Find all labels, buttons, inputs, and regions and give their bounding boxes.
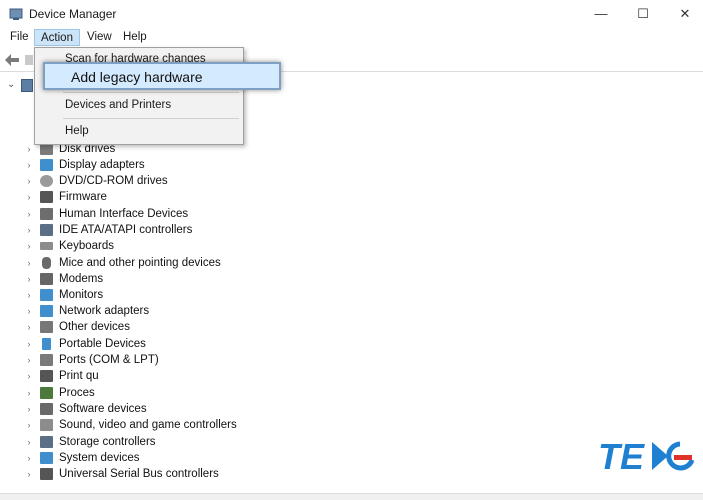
back-arrow-icon[interactable] <box>5 54 19 66</box>
chevron-down-icon[interactable]: ⌄ <box>7 79 15 90</box>
chevron-right-icon[interactable]: › <box>24 160 34 170</box>
dvd-drive-icon <box>40 175 53 187</box>
menu-action[interactable]: Action <box>34 29 80 46</box>
svg-text:TE: TE <box>598 436 645 476</box>
sound-icon <box>40 419 53 431</box>
tree-item-system-devices[interactable]: › System devices <box>24 450 140 466</box>
maximize-button[interactable]: ☐ <box>622 0 664 27</box>
add-legacy-hardware-label: Add legacy hardware <box>71 69 203 85</box>
mouse-icon <box>42 257 51 269</box>
software-device-icon <box>40 403 53 415</box>
tree-item-modems[interactable]: › Modems <box>24 271 103 287</box>
printer-icon <box>40 370 53 382</box>
network-adapter-icon <box>40 305 53 317</box>
window-title: Device Manager <box>29 7 117 21</box>
tree-item-display-adapters[interactable]: › Display adapters <box>24 157 145 173</box>
logo-icon: TE <box>598 436 695 476</box>
usb-controller-icon <box>40 468 53 480</box>
chevron-right-icon[interactable]: › <box>24 339 34 349</box>
tree-item-print-queues[interactable]: › Print qu <box>24 368 99 384</box>
menu-file[interactable]: File <box>4 29 35 46</box>
modem-icon <box>40 273 53 285</box>
close-button[interactable]: ✕ <box>664 0 703 27</box>
chevron-right-icon[interactable]: › <box>24 144 34 154</box>
menu-view[interactable]: View <box>81 29 118 46</box>
tree-item-mice[interactable]: › Mice and other pointing devices <box>24 255 221 271</box>
chevron-right-icon[interactable]: › <box>24 176 34 186</box>
chevron-right-icon[interactable]: › <box>24 388 34 398</box>
processor-icon <box>40 387 53 399</box>
menu-item-help[interactable]: Help <box>65 125 89 137</box>
menu-help[interactable]: Help <box>117 29 153 46</box>
tree-item-processors[interactable]: › Proces <box>24 385 95 401</box>
tree-item-storage-controllers[interactable]: › Storage controllers <box>24 434 156 450</box>
chevron-right-icon[interactable]: › <box>24 192 34 202</box>
chevron-right-icon[interactable]: › <box>24 371 34 381</box>
monitor-icon <box>40 289 53 301</box>
title-bar: Device Manager — ☐ ✕ <box>0 0 703 27</box>
menu-separator <box>63 118 239 119</box>
system-devices-icon <box>40 452 53 464</box>
chevron-right-icon[interactable]: › <box>24 420 34 430</box>
chevron-right-icon[interactable]: › <box>24 241 34 251</box>
minimize-button[interactable]: — <box>580 0 622 27</box>
device-manager-icon <box>9 8 23 20</box>
chevron-right-icon[interactable]: › <box>24 290 34 300</box>
tree-item-hid[interactable]: › Human Interface Devices <box>24 206 188 222</box>
keyboard-icon <box>40 242 53 250</box>
tree-item-software-devices[interactable]: › Software devices <box>24 401 147 417</box>
chevron-right-icon[interactable]: › <box>24 404 34 414</box>
other-devices-icon <box>40 321 53 333</box>
tree-item-monitors[interactable]: › Monitors <box>24 287 103 303</box>
chevron-right-icon[interactable]: › <box>24 453 34 463</box>
menu-separator <box>63 92 239 93</box>
tree-item-ide-controllers[interactable]: › IDE ATA/ATAPI controllers <box>24 222 192 238</box>
firmware-icon <box>40 191 53 203</box>
chevron-right-icon[interactable]: › <box>24 469 34 479</box>
chevron-right-icon[interactable]: › <box>24 355 34 365</box>
tree-item-network-adapters[interactable]: › Network adapters <box>24 303 149 319</box>
tree-item-ports[interactable]: › Ports (COM & LPT) <box>24 352 159 368</box>
hid-icon <box>40 208 53 220</box>
computer-icon <box>21 79 33 92</box>
chevron-right-icon[interactable]: › <box>24 437 34 447</box>
tree-item-sound-controllers[interactable]: › Sound, video and game controllers <box>24 417 237 433</box>
storage-controller-icon <box>40 436 53 448</box>
tree-item-keyboards[interactable]: › Keyboards <box>24 238 114 254</box>
menu-item-devices-printers[interactable]: Devices and Printers <box>65 99 171 111</box>
status-bar <box>0 493 703 500</box>
chevron-right-icon[interactable]: › <box>24 322 34 332</box>
chevron-right-icon[interactable]: › <box>24 258 34 268</box>
tree-item-dvd-drives[interactable]: › DVD/CD-ROM drives <box>24 173 168 189</box>
chevron-right-icon[interactable]: › <box>24 306 34 316</box>
menu-bar: File Action View Help <box>0 27 703 47</box>
tree-item-firmware[interactable]: › Firmware <box>24 189 107 205</box>
chevron-right-icon[interactable]: › <box>24 209 34 219</box>
tree-item-portable-devices[interactable]: › Portable Devices <box>24 336 146 352</box>
ide-controller-icon <box>40 224 53 236</box>
tree-item-usb-controllers[interactable]: › Universal Serial Bus controllers <box>24 466 219 482</box>
port-icon <box>40 354 53 366</box>
chevron-right-icon[interactable]: › <box>24 225 34 235</box>
toolbar-button-icon[interactable] <box>25 55 33 65</box>
menu-item-add-legacy-hardware[interactable]: Add legacy hardware <box>43 62 281 90</box>
chevron-right-icon[interactable]: › <box>24 274 34 284</box>
tree-item-other-devices[interactable]: › Other devices <box>24 319 130 335</box>
display-adapter-icon <box>40 159 53 171</box>
portable-device-icon <box>42 338 51 350</box>
